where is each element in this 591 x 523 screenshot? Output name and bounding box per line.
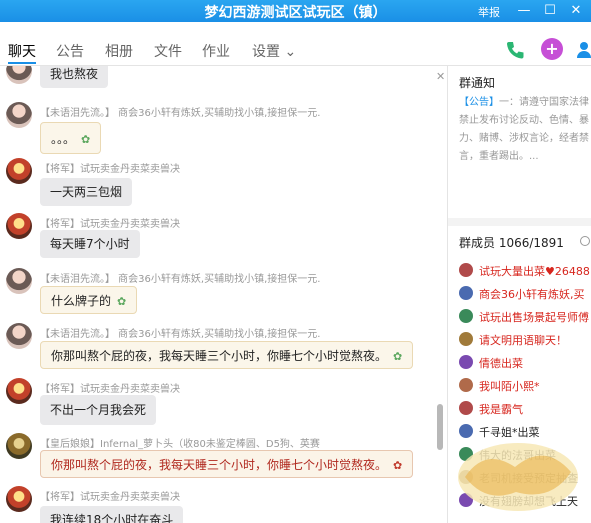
avatar[interactable] bbox=[6, 323, 32, 349]
message-bubble: 我连续18个小时在奋斗 bbox=[40, 506, 184, 523]
message-author[interactable]: 【将军】试玩卖金丹卖菜卖兽决 bbox=[40, 215, 180, 230]
title-bar: 梦幻西游测试区试玩区（镇） 举报 — ☐ ✕ bbox=[0, 0, 591, 22]
message-author[interactable]: 【未语泪先流。】 商会36小轩有炼妖,买辅助找小镇,接担保一元. bbox=[40, 104, 320, 119]
group-notice-title[interactable]: 群通知 bbox=[459, 74, 495, 91]
member-avatar bbox=[459, 286, 473, 300]
avatar[interactable] bbox=[6, 378, 32, 404]
tab-bar: 聊天 公告 相册 文件 作业 设置 ⌄ + bbox=[0, 22, 591, 66]
member-avatar bbox=[459, 309, 473, 323]
message-bubble: 你那叫熬个屁的夜，我每天睡三个小时，你睡七个小时觉熬夜。 ✿ bbox=[40, 341, 414, 369]
tab-album[interactable]: 相册 bbox=[105, 41, 133, 61]
tab-settings[interactable]: 设置 ⌄ bbox=[252, 41, 296, 61]
maximize-icon[interactable]: ☐ bbox=[541, 2, 559, 20]
minimize-icon[interactable]: — bbox=[515, 2, 533, 20]
message-bubble: 一天两三包烟 bbox=[40, 178, 133, 206]
message-author[interactable]: 【未语泪先流。】 商会36小轩有炼妖,买辅助找小镇,接担保一元. bbox=[40, 325, 320, 340]
avatar[interactable] bbox=[6, 268, 32, 294]
chat-scrollbar[interactable] bbox=[437, 404, 443, 450]
phone-icon[interactable] bbox=[504, 38, 526, 60]
member-name: 商会36小轩有炼妖,买 bbox=[479, 288, 585, 301]
member-item[interactable]: 试玩大量出菜♥26488 bbox=[459, 261, 591, 281]
tab-files[interactable]: 文件 bbox=[154, 41, 182, 61]
message-bubble: 。。。 ✿ bbox=[40, 122, 102, 154]
avatar[interactable] bbox=[6, 158, 32, 184]
member-name: 我叫陌小熙* bbox=[479, 380, 540, 393]
group-notice-body[interactable]: 【公告】一：请遵守国家法律禁止发布讨论反动、色情、暴力、赌博、涉权言论，经者禁言… bbox=[459, 94, 591, 166]
message-author[interactable]: 【皇后娘娘】Infernal_萝卜头（收80未鉴定棒圆、D5狗、英赛 bbox=[40, 435, 320, 450]
member-name: 我是霸气 bbox=[479, 403, 523, 416]
message-bubble: 每天睡7个小时 bbox=[40, 230, 140, 258]
flower-icon: ✿ bbox=[81, 133, 91, 146]
tab-announcement[interactable]: 公告 bbox=[56, 41, 84, 61]
message-bubble: 不出一个月我会死 bbox=[40, 395, 157, 425]
add-app-icon[interactable]: + bbox=[541, 38, 563, 60]
add-member-icon[interactable] bbox=[575, 38, 591, 60]
message-author[interactable]: 【将军】试玩卖金丹卖菜卖兽决 bbox=[40, 488, 180, 503]
window-title: 梦幻西游测试区试玩区（镇） bbox=[204, 5, 387, 21]
member-name: 试玩大量出菜♥26488 bbox=[479, 265, 590, 278]
avatar[interactable] bbox=[6, 486, 32, 512]
message-bubble: 你那叫熬个屁的夜，我每天睡三个小时，你睡七个小时觉熬夜。 ✿ bbox=[40, 450, 414, 478]
member-avatar bbox=[459, 263, 473, 277]
avatar[interactable] bbox=[6, 213, 32, 239]
member-item[interactable]: 倩德出菜 bbox=[459, 353, 591, 373]
flower-icon: ✿ bbox=[117, 295, 127, 308]
member-avatar bbox=[459, 424, 473, 438]
member-avatar bbox=[459, 401, 473, 415]
message-bubble: 什么牌子的 ✿ bbox=[40, 286, 138, 314]
flower-icon: ✿ bbox=[393, 350, 403, 363]
member-count-title: 群成员 1066/1891 bbox=[459, 236, 564, 250]
divider bbox=[448, 218, 591, 226]
avatar[interactable] bbox=[6, 66, 32, 84]
member-item[interactable]: 商会36小轩有炼妖,买 bbox=[459, 284, 591, 304]
game-logo bbox=[458, 443, 578, 511]
message-author[interactable]: 【未语泪先流。】 商会36小轩有炼妖,买辅助找小镇,接担保一元. bbox=[40, 270, 320, 285]
active-tab-indicator bbox=[8, 62, 36, 64]
flower-icon: ✿ bbox=[393, 459, 403, 472]
message-author[interactable]: 【将军】试玩卖金丹卖菜卖兽决 bbox=[40, 160, 180, 175]
report-button[interactable]: 举报 bbox=[478, 4, 500, 20]
member-name: 请文明用语聊天！ bbox=[479, 334, 567, 347]
search-icon[interactable] bbox=[580, 236, 590, 246]
close-icon[interactable]: ✕ bbox=[436, 70, 445, 83]
message-bubble: 我也熬夜 bbox=[40, 66, 109, 88]
member-item[interactable]: 我是霸气 bbox=[459, 399, 591, 419]
member-item[interactable]: 我叫陌小熙* bbox=[459, 376, 591, 396]
avatar[interactable] bbox=[6, 102, 32, 128]
member-item[interactable]: 试玩出售场景起号师傅 bbox=[459, 307, 591, 327]
member-name: 倩德出菜 bbox=[479, 357, 523, 370]
member-name: 试玩出售场景起号师傅 bbox=[479, 311, 589, 324]
avatar[interactable] bbox=[6, 433, 32, 459]
tab-homework[interactable]: 作业 bbox=[202, 41, 230, 61]
chat-area[interactable]: ✕ 我也熬夜 【未语泪先流。】 商会36小轩有炼妖,买辅助找小镇,接担保一元. … bbox=[0, 66, 447, 523]
message-author[interactable]: 【将军】试玩卖金丹卖菜卖兽决 bbox=[40, 380, 180, 395]
close-icon[interactable]: ✕ bbox=[567, 2, 585, 20]
member-avatar bbox=[459, 355, 473, 369]
member-avatar bbox=[459, 332, 473, 346]
tab-chat[interactable]: 聊天 bbox=[8, 41, 36, 61]
member-item[interactable]: 请文明用语聊天！ bbox=[459, 330, 591, 350]
member-avatar bbox=[459, 378, 473, 392]
